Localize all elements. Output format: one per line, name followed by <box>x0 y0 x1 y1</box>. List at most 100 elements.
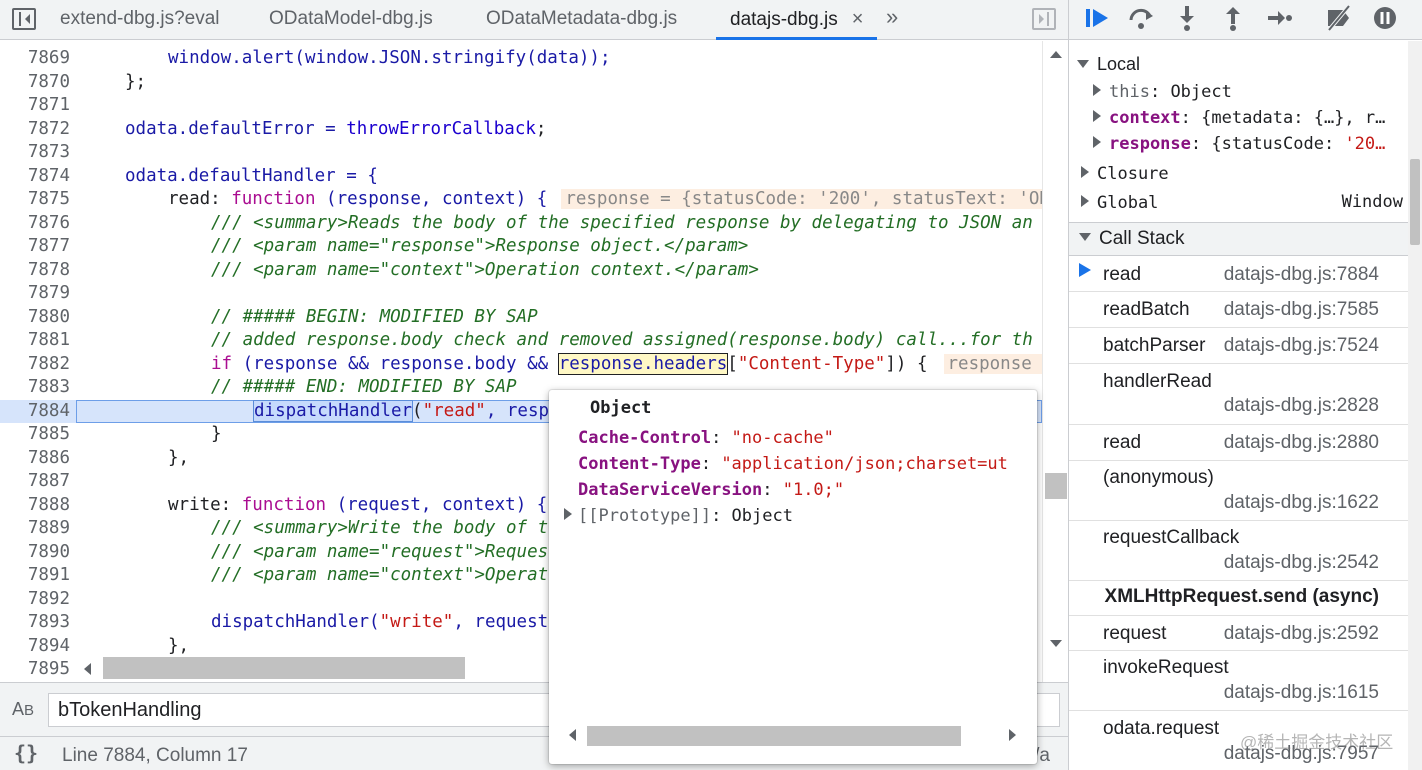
code-token: , request <box>453 612 549 632</box>
property-value-text: {statusCode: <box>1211 134 1345 154</box>
frame-location[interactable]: datajs-dbg.js:2828 <box>1224 395 1379 417</box>
line-number: 7873 <box>27 142 70 162</box>
scope-global-header[interactable]: Global Window <box>1081 192 1403 218</box>
call-frame[interactable]: (anonymous) datajs-dbg.js:1622 <box>1069 461 1409 521</box>
line-number: 7880 <box>27 306 70 327</box>
code-token: if <box>211 353 233 374</box>
entry-key: [[Prototype]] <box>578 506 712 526</box>
call-frame[interactable]: read datajs-dbg.js:7884 <box>1069 257 1409 292</box>
scroll-right-icon[interactable] <box>1009 729 1016 741</box>
popover-entry: Content-Type: "application/json;charset=… <box>578 454 1008 474</box>
call-frame[interactable]: handlerRead datajs-dbg.js:2828 <box>1069 364 1409 425</box>
scrollbar-thumb[interactable] <box>1045 473 1067 499</box>
resume-icon[interactable] <box>1081 4 1113 36</box>
scope-property-response[interactable]: response: {statusCode: '20… <box>1093 134 1409 160</box>
call-frame[interactable]: read datajs-dbg.js:2880 <box>1069 425 1409 461</box>
call-stack-header[interactable]: Call Stack <box>1069 222 1409 256</box>
line-number: 7872 <box>27 118 70 139</box>
call-frame[interactable]: batchParser datajs-dbg.js:7524 <box>1069 328 1409 364</box>
watermark: @稀土掘金技术社区 <box>1240 733 1394 752</box>
frame-location[interactable]: datajs-dbg.js:2880 <box>1224 432 1379 454</box>
pretty-print-icon[interactable]: {} <box>14 741 38 765</box>
collapse-icon[interactable] <box>1079 233 1091 241</box>
prototype-entry[interactable]: [[Prototype]]: Object <box>564 506 793 526</box>
expand-icon[interactable] <box>1093 84 1101 96</box>
line-number: 7893 <box>27 612 70 632</box>
scope-local-header[interactable]: Local <box>1077 54 1417 80</box>
line-number: 7892 <box>27 588 70 609</box>
expand-icon[interactable] <box>1081 166 1089 178</box>
entry-key: DataServiceVersion <box>578 480 763 500</box>
code-comment: /// <param name="response">Response obje… <box>211 236 749 256</box>
match-case-icon[interactable]: AB <box>12 699 34 720</box>
code-token: (response, context) { <box>315 189 548 209</box>
step-out-icon[interactable] <box>1217 4 1249 36</box>
call-frame[interactable]: requestCallback datajs-dbg.js:2542 <box>1069 521 1409 581</box>
code-token: throwErrorCallback <box>346 118 536 139</box>
scope-label: Local <box>1097 54 1141 74</box>
deactivate-breakpoints-icon[interactable] <box>1323 4 1355 36</box>
line-number: 7886 <box>27 447 70 468</box>
tab-odatametadata-dbg[interactable]: ODataMetadata-dbg.js <box>486 0 677 40</box>
line-number: 7876 <box>27 212 70 233</box>
editor-vertical-scrollbar[interactable] <box>1042 41 1068 682</box>
scroll-up-icon[interactable] <box>1050 51 1062 58</box>
debugger-vertical-scrollbar[interactable] <box>1408 41 1422 770</box>
inline-value[interactable]: response = {statusCode: '200', statusTex… <box>561 189 1065 209</box>
popover-horizontal-scrollbar[interactable] <box>549 720 1037 750</box>
more-tabs-icon[interactable]: » <box>886 4 898 30</box>
expand-icon[interactable] <box>564 508 572 520</box>
selected-token[interactable]: dispatchHandler <box>252 399 414 422</box>
step-icon[interactable] <box>1263 4 1295 36</box>
scrollbar-thumb[interactable] <box>1410 159 1420 245</box>
scope-label: Closure <box>1097 164 1169 184</box>
code-line: 7874 odata.defaultHandler = { <box>0 165 1042 189</box>
code-line: 7879 <box>0 282 1042 306</box>
code-line: 7873 <box>0 141 1042 165</box>
scroll-left-icon[interactable] <box>84 663 91 675</box>
frame-location[interactable]: datajs-dbg.js:7585 <box>1224 299 1379 321</box>
frame-location[interactable]: datajs-dbg.js:1622 <box>1224 492 1379 514</box>
tab-datajs-dbg[interactable]: datajs-dbg.js × <box>716 0 878 40</box>
scroll-down-icon[interactable] <box>1050 640 1062 647</box>
inline-value[interactable]: response = <box>943 353 1057 374</box>
call-frame[interactable]: request datajs-dbg.js:2592 <box>1069 615 1409 651</box>
close-icon[interactable]: × <box>852 8 864 30</box>
pause-on-exceptions-icon[interactable] <box>1369 4 1401 36</box>
frame-location[interactable]: datajs-dbg.js:2592 <box>1224 623 1379 645</box>
step-over-icon[interactable] <box>1125 4 1157 36</box>
object-preview-popover: Object Cache-Control: "no-cache" Content… <box>549 390 1037 764</box>
call-frame[interactable]: readBatch datajs-dbg.js:7585 <box>1069 292 1409 328</box>
expand-icon[interactable] <box>1093 110 1101 122</box>
tab-odatamodel-dbg[interactable]: ODataModel-dbg.js <box>269 0 433 40</box>
line-number: 7890 <box>27 541 70 562</box>
frame-location[interactable]: datajs-dbg.js:1615 <box>1224 682 1379 704</box>
toggle-navigator-icon[interactable] <box>12 8 36 30</box>
collapse-icon[interactable] <box>1077 60 1089 68</box>
tab-label: ODataMetadata-dbg.js <box>486 8 678 29</box>
line-number: 7874 <box>27 165 70 186</box>
code-line: 7871 <box>0 94 1042 118</box>
scope-property-context[interactable]: context: {metadata: {…}, r… <box>1093 108 1409 134</box>
call-frame[interactable]: invokeRequest datajs-dbg.js:1615 <box>1069 651 1409 711</box>
expand-icon[interactable] <box>1093 136 1101 148</box>
frame-location[interactable]: datajs-dbg.js:7524 <box>1224 335 1379 357</box>
line-number: 7870 <box>27 71 70 92</box>
scope-closure-header[interactable]: Closure <box>1081 163 1421 189</box>
scroll-left-icon[interactable] <box>569 729 576 741</box>
expand-icon[interactable] <box>1081 195 1089 207</box>
step-into-icon[interactable] <box>1171 4 1203 36</box>
frame-location[interactable]: datajs-dbg.js:2542 <box>1224 552 1379 574</box>
frame-location[interactable]: datajs-dbg.js:7884 <box>1224 264 1379 286</box>
entry-key: Content-Type <box>578 454 701 474</box>
code-token: odata.defaultHandler = { <box>125 165 378 186</box>
entry-value: Object <box>731 506 793 526</box>
tab-extend-dbg[interactable]: extend-dbg.js?eval <box>60 0 220 40</box>
scrollbar-thumb[interactable] <box>103 657 465 679</box>
scope-property-this[interactable]: this: Object <box>1093 82 1422 108</box>
frame-name: invokeRequest <box>1103 657 1229 678</box>
hovered-expression[interactable]: response.headers <box>557 352 729 375</box>
scrollbar-thumb[interactable] <box>587 726 961 746</box>
code-line: 7882 if (response && response.body && res… <box>0 352 1057 377</box>
toggle-debugger-icon[interactable] <box>1032 8 1056 30</box>
